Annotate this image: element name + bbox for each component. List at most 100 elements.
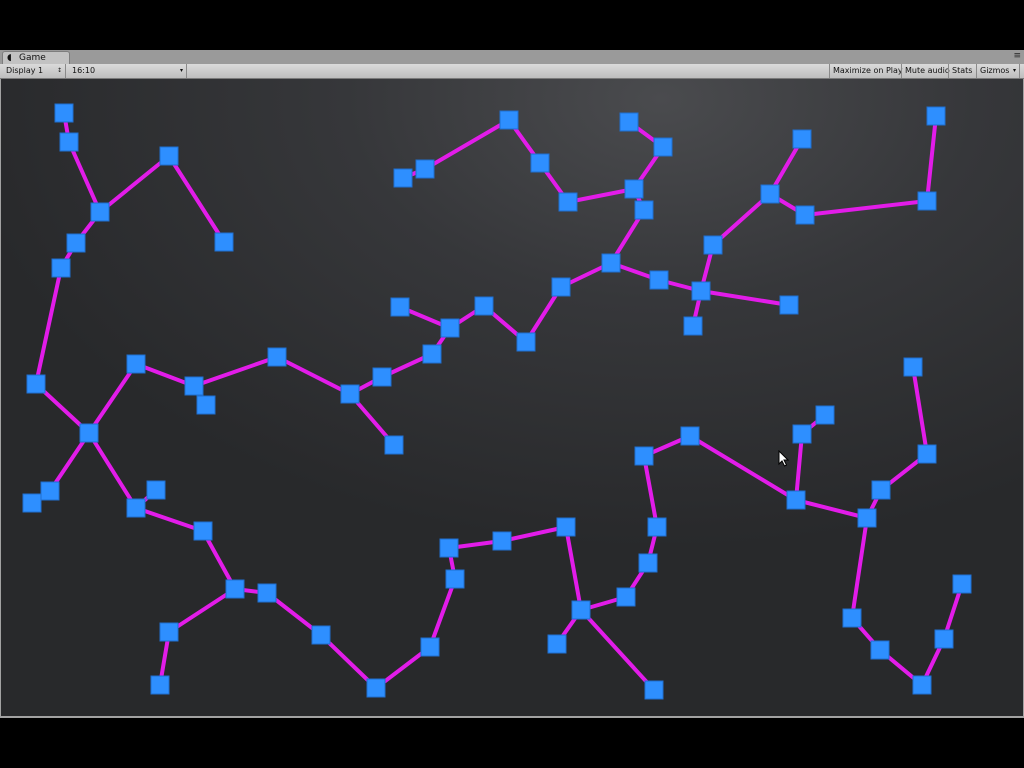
- graph-node: [903, 357, 923, 377]
- graph-edge: [500, 525, 568, 543]
- graph-node: [952, 574, 972, 594]
- graph-node: [439, 538, 459, 558]
- graph-node: [59, 132, 79, 152]
- graph-edge: [566, 187, 636, 204]
- graph-node: [79, 423, 99, 443]
- graph-node: [474, 296, 494, 316]
- graph-node: [934, 629, 954, 649]
- graph-edge: [428, 577, 457, 649]
- graph-node: [384, 435, 404, 455]
- graph-node: [792, 129, 812, 149]
- graph-edge: [134, 506, 205, 533]
- graph-edge: [803, 199, 929, 217]
- graph-node: [647, 517, 667, 537]
- graph-node: [556, 517, 576, 537]
- graph-node: [340, 384, 360, 404]
- graph-node: [638, 553, 658, 573]
- graph-edge: [275, 355, 352, 396]
- graph-node: [415, 159, 435, 179]
- graph-edge: [699, 289, 791, 307]
- graph-node: [870, 640, 890, 660]
- graph-node: [445, 569, 465, 589]
- graph-node: [66, 233, 86, 253]
- display-select-label: Display 1: [6, 66, 44, 75]
- graph-edge: [167, 587, 237, 634]
- graph-edges: [30, 111, 964, 692]
- graph-node: [558, 192, 578, 212]
- updown-arrow-icon: ↕: [56, 67, 62, 74]
- graph-node: [366, 678, 386, 698]
- graph-node: [691, 281, 711, 301]
- graph-edge: [688, 434, 798, 502]
- graph-node: [842, 608, 862, 628]
- graph-node: [390, 297, 410, 317]
- game-toolbar: Display 1 ↕ 16:10 ▾ Maximize on Play Mut…: [0, 64, 1024, 79]
- graph-node: [90, 202, 110, 222]
- dropdown-arrow-icon: ▾: [1012, 67, 1016, 74]
- graph-node: [530, 153, 550, 173]
- graph-node: [779, 295, 799, 315]
- graph-edge: [564, 525, 583, 612]
- graph-node: [926, 106, 946, 126]
- game-window: ◖ Game ≡ Display 1 ↕ 16:10 ▾ Maximize on…: [0, 50, 1024, 718]
- graph-node: [54, 103, 74, 123]
- display-select[interactable]: Display 1 ↕: [3, 64, 66, 78]
- graph-edge: [579, 608, 656, 692]
- gizmos-menu[interactable]: Gizmos ▾: [976, 64, 1020, 78]
- graph-node: [492, 531, 512, 551]
- graph-edge: [167, 154, 226, 244]
- graph-node: [372, 367, 392, 387]
- graph-edge: [87, 431, 138, 510]
- graph-node: [159, 622, 179, 642]
- graph-node: [184, 376, 204, 396]
- mute-audio-toggle[interactable]: Mute audio: [901, 64, 950, 78]
- graph-node: [26, 374, 46, 394]
- graph-node: [196, 395, 216, 415]
- graph-canvas: [22, 103, 972, 700]
- graph-node: [680, 426, 700, 446]
- graph-node: [225, 579, 245, 599]
- graph-node: [499, 110, 519, 130]
- unity-game-icon: ◖: [7, 53, 12, 63]
- graph-edge: [794, 498, 869, 520]
- graph-edge: [850, 516, 869, 620]
- graph-node: [551, 277, 571, 297]
- game-viewport[interactable]: [1, 79, 1023, 716]
- aspect-ratio-select[interactable]: 16:10 ▾: [69, 64, 187, 78]
- graph-node: [634, 200, 654, 220]
- graph-edge: [423, 118, 511, 171]
- graph-node: [792, 424, 812, 444]
- graph-node: [422, 344, 442, 364]
- graph-node: [214, 232, 234, 252]
- graph-node: [51, 258, 71, 278]
- graph-edge: [642, 454, 659, 529]
- graph-node: [619, 112, 639, 132]
- graph-edge: [34, 266, 63, 386]
- graph-node: [257, 583, 277, 603]
- graph-edge: [192, 355, 279, 388]
- graph-node: [871, 480, 891, 500]
- graph-node: [644, 680, 664, 700]
- graph-node: [126, 498, 146, 518]
- graph-node: [912, 675, 932, 695]
- graph-edge: [87, 362, 138, 435]
- tab-game[interactable]: ◖ Game: [2, 51, 70, 64]
- graph-node: [126, 354, 146, 374]
- graph-node: [616, 587, 636, 607]
- tab-game-label: Game: [19, 53, 46, 63]
- graph-node: [649, 270, 669, 290]
- maximize-on-play-toggle[interactable]: Maximize on Play: [829, 64, 903, 78]
- graph-node: [634, 446, 654, 466]
- graph-node: [267, 347, 287, 367]
- graph-edge: [67, 140, 102, 214]
- panel-menu-icon[interactable]: ≡: [1013, 51, 1020, 62]
- graph-edge: [98, 154, 171, 214]
- graph-node: [624, 179, 644, 199]
- graph-node: [703, 235, 723, 255]
- graph-node: [571, 600, 591, 620]
- graph-node: [146, 480, 166, 500]
- stats-toggle[interactable]: Stats: [948, 64, 976, 78]
- graph-node: [760, 184, 780, 204]
- gizmos-label: Gizmos: [980, 66, 1010, 75]
- dropdown-arrow-icon: ▾: [179, 67, 183, 74]
